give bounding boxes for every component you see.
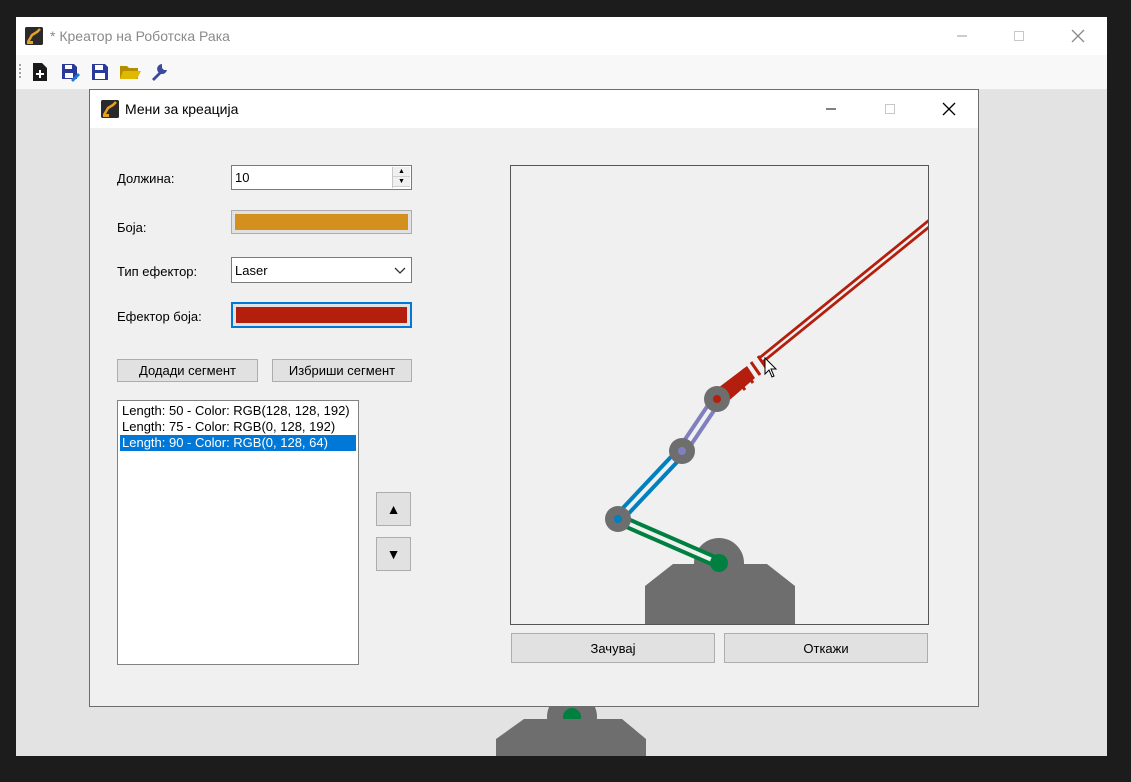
robot-arm-app-icon [25, 27, 43, 45]
effector-color-label: Ефектор боја: [117, 309, 202, 324]
color-label: Боја: [117, 220, 147, 235]
segment-color-button[interactable] [231, 210, 412, 234]
effector-color-button[interactable] [231, 302, 412, 328]
wrench-icon[interactable] [149, 61, 171, 83]
add-segment-button[interactable]: Додади сегмент [117, 359, 258, 382]
length-label: Должина: [117, 171, 175, 186]
segment-3-core [617, 517, 720, 565]
delete-segment-button[interactable]: Избриши сегмент [272, 359, 412, 382]
save-as-icon[interactable] [59, 61, 81, 83]
list-item-selected[interactable]: Length: 90 - Color: RGB(0, 128, 64) [120, 435, 356, 451]
robot-arm-dialog-icon [101, 100, 119, 118]
mouse-cursor-icon [764, 356, 778, 378]
toolbar-grip[interactable] [19, 63, 21, 79]
segments-listbox[interactable]: Length: 50 - Color: RGB(128, 128, 192) L… [117, 400, 359, 665]
joint-2-center [678, 447, 686, 455]
length-numeric-input[interactable]: 10 ▲ ▼ [231, 165, 412, 190]
spin-up-icon[interactable]: ▲ [393, 167, 410, 177]
open-folder-icon[interactable] [119, 61, 141, 83]
dialog-minimize-button[interactable] [802, 90, 860, 128]
effector-type-select[interactable]: Laser [231, 257, 412, 283]
segment-2-core [616, 449, 684, 521]
maximize-button[interactable] [996, 17, 1042, 55]
list-item[interactable]: Length: 75 - Color: RGB(0, 128, 192) [120, 419, 356, 435]
dialog-title: Мени за креација [125, 101, 239, 117]
cancel-button[interactable]: Откажи [724, 633, 928, 663]
save-icon[interactable] [89, 61, 111, 83]
effector-fin-3 [749, 361, 762, 376]
effector-color-swatch [236, 307, 407, 323]
robot-arm-drawing [605, 219, 928, 624]
length-spinner[interactable]: ▲ ▼ [392, 167, 410, 188]
joint-1-center [614, 515, 622, 523]
new-file-icon[interactable] [29, 61, 51, 83]
toolbar [16, 55, 1107, 90]
segment-color-swatch [235, 214, 408, 230]
effector-type-value: Laser [235, 263, 268, 278]
dialog-maximize-button[interactable] [861, 90, 919, 128]
list-item[interactable]: Length: 50 - Color: RGB(128, 128, 192) [120, 403, 356, 419]
minimize-button[interactable] [939, 17, 985, 55]
dialog-close-button[interactable] [920, 90, 978, 128]
dialog-titlebar: Мени за креација [90, 90, 978, 128]
chevron-down-icon [394, 267, 406, 274]
joint-3-center [713, 395, 721, 403]
robot-preview-canvas[interactable] [510, 165, 929, 625]
main-titlebar: * Креатор на Роботска Рака [16, 17, 1107, 55]
move-down-button[interactable]: ▼ [376, 537, 411, 571]
close-button[interactable] [1055, 17, 1101, 55]
spin-down-icon[interactable]: ▼ [393, 177, 410, 187]
main-window-title: * Креатор на Роботска Рака [50, 28, 230, 44]
effector-type-label: Тип ефектор: [117, 264, 198, 279]
move-up-button[interactable]: ▲ [376, 492, 411, 526]
robot-base [645, 564, 795, 624]
save-button[interactable]: Зачувај [511, 633, 715, 663]
creation-dialog: Мени за креација Должина: 10 ▲ ▼ Боја: Т… [89, 89, 979, 707]
length-value[interactable]: 10 [235, 170, 249, 185]
base-joint-center [710, 554, 728, 572]
